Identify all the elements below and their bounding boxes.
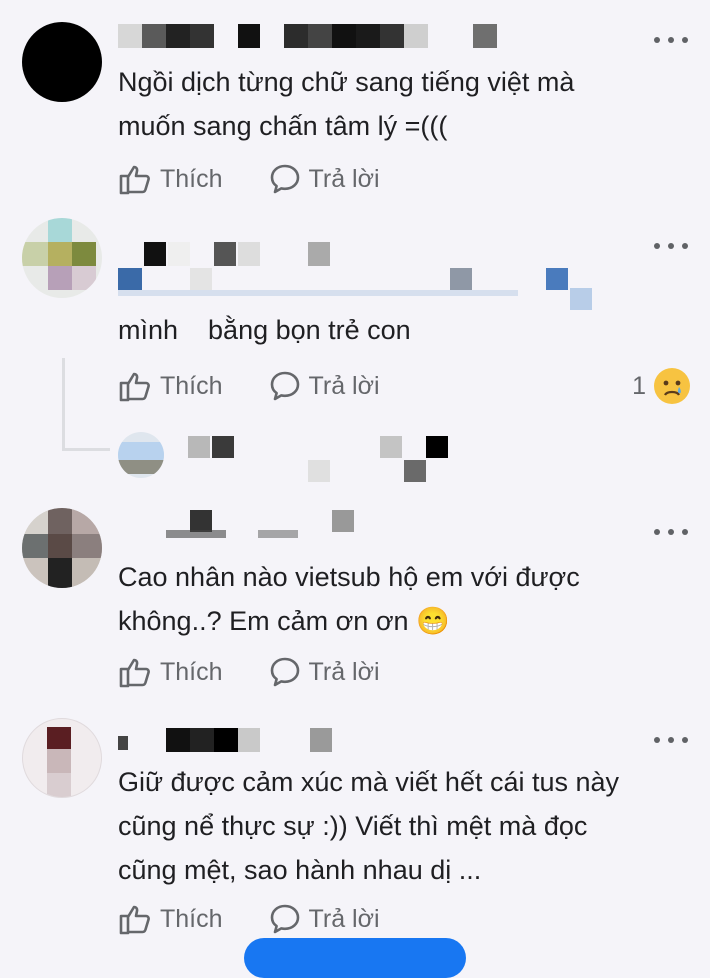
reply-label: Trả lời	[308, 657, 380, 686]
thumbs-up-icon	[118, 903, 160, 935]
author-name-redacted[interactable]	[118, 510, 378, 540]
author-name-redacted[interactable]	[118, 242, 638, 314]
reply-label: Trả lời	[308, 164, 380, 193]
like-label: Thích	[160, 371, 223, 400]
comment-text: mình bằng bọn trẻ con	[118, 315, 411, 345]
thumbs-up-icon	[118, 163, 160, 195]
comment-text: Giữ được cảm xúc mà viết hết cái tus này…	[118, 767, 620, 885]
reaction-count: 1	[632, 371, 646, 400]
avatar[interactable]	[118, 432, 164, 478]
comment-actions: Thích Trả lời	[118, 161, 426, 197]
thumbs-up-icon	[118, 656, 160, 688]
like-button[interactable]: Thích	[118, 370, 223, 402]
thumbs-up-icon	[118, 370, 160, 402]
speech-bubble-icon	[269, 903, 309, 935]
avatar[interactable]	[22, 218, 102, 298]
reply-author-redacted[interactable]	[188, 436, 458, 486]
comment-actions: Thích Trả lời	[118, 368, 426, 404]
like-label: Thích	[160, 904, 223, 933]
avatar[interactable]	[22, 718, 102, 798]
speech-bubble-icon	[269, 163, 309, 195]
reply-button[interactable]: Trả lời	[269, 903, 380, 935]
comment-actions: Thích Trả lời	[118, 901, 426, 937]
more-options-icon[interactable]	[654, 240, 688, 252]
reply-thread-line	[62, 358, 65, 448]
floating-action-button[interactable]	[244, 938, 466, 978]
more-options-icon[interactable]	[654, 34, 688, 46]
reaction-summary[interactable]: 1	[632, 368, 690, 404]
avatar[interactable]	[22, 22, 102, 102]
reply-button[interactable]: Trả lời	[269, 163, 380, 195]
more-options-icon[interactable]	[654, 734, 688, 746]
author-name-redacted[interactable]	[118, 728, 348, 754]
like-button[interactable]: Thích	[118, 163, 223, 195]
avatar[interactable]	[22, 508, 102, 588]
like-button[interactable]: Thích	[118, 656, 223, 688]
crying-face-icon	[654, 368, 690, 404]
reply-button[interactable]: Trả lời	[269, 370, 380, 402]
reply-thread-connector	[62, 448, 110, 451]
speech-bubble-icon	[269, 370, 309, 402]
like-label: Thích	[160, 164, 223, 193]
speech-bubble-icon	[269, 656, 309, 688]
reply-label: Trả lời	[308, 371, 380, 400]
comment-text: Ngồi dịch từng chữ sang tiếng việt mà mu…	[118, 67, 575, 141]
comment-actions: Thích Trả lời	[118, 654, 426, 690]
like-label: Thích	[160, 657, 223, 686]
reply-label: Trả lời	[308, 904, 380, 933]
comment-text: Cao nhân nào vietsub hộ em với được khôn…	[118, 562, 580, 636]
reply-button[interactable]: Trả lời	[269, 656, 380, 688]
author-name-redacted[interactable]	[118, 24, 498, 50]
like-button[interactable]: Thích	[118, 903, 223, 935]
more-options-icon[interactable]	[654, 526, 688, 538]
